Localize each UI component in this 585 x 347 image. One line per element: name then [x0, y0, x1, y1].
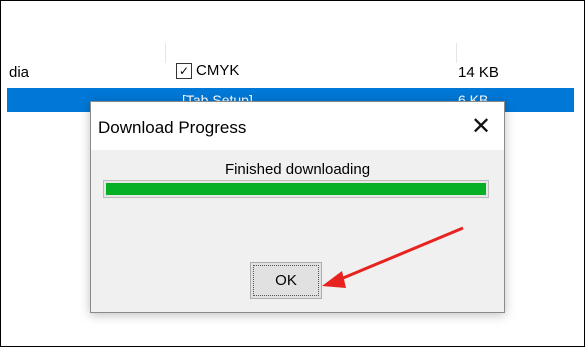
dialog-title: Download Progress	[98, 118, 247, 137]
status-text: Finished downloading	[224, 161, 371, 178]
list-row[interactable]: dia ✓ CMYK 14 KB	[7, 58, 574, 86]
row-size: 14 KB	[458, 64, 499, 81]
row-checkbox[interactable]: ✓	[176, 62, 192, 79]
progress-bar	[103, 180, 489, 198]
dialog-titlebar[interactable]: Download Progress ✕	[91, 102, 504, 150]
close-icon[interactable]: ✕	[458, 102, 504, 150]
row-type: CMYK	[196, 62, 240, 79]
window-frame: dia ✓ CMYK 14 KB [Tab Setup] 6 KB Downlo…	[0, 0, 585, 347]
progress-bar-fill	[106, 183, 486, 195]
row-name: dia	[9, 64, 30, 81]
ok-button[interactable]: OK	[250, 262, 322, 299]
download-progress-dialog: Download Progress ✕ Finished downloading…	[90, 101, 505, 313]
focus-outline	[253, 265, 319, 296]
row-type-cell: ✓ CMYK	[176, 62, 239, 79]
